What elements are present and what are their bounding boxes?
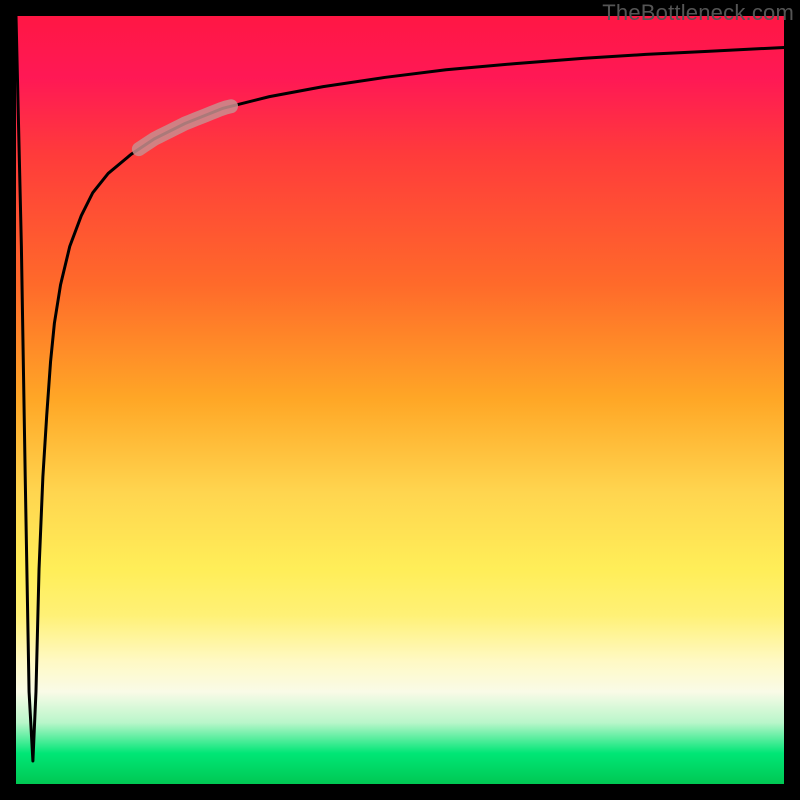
curve-layer [16,16,784,784]
chart-stage: TheBottleneck.com [0,0,800,800]
plot-area [16,16,784,784]
attribution-label: TheBottleneck.com [602,0,794,26]
bottleneck-curve [16,16,784,761]
highlight-segment [139,106,231,149]
